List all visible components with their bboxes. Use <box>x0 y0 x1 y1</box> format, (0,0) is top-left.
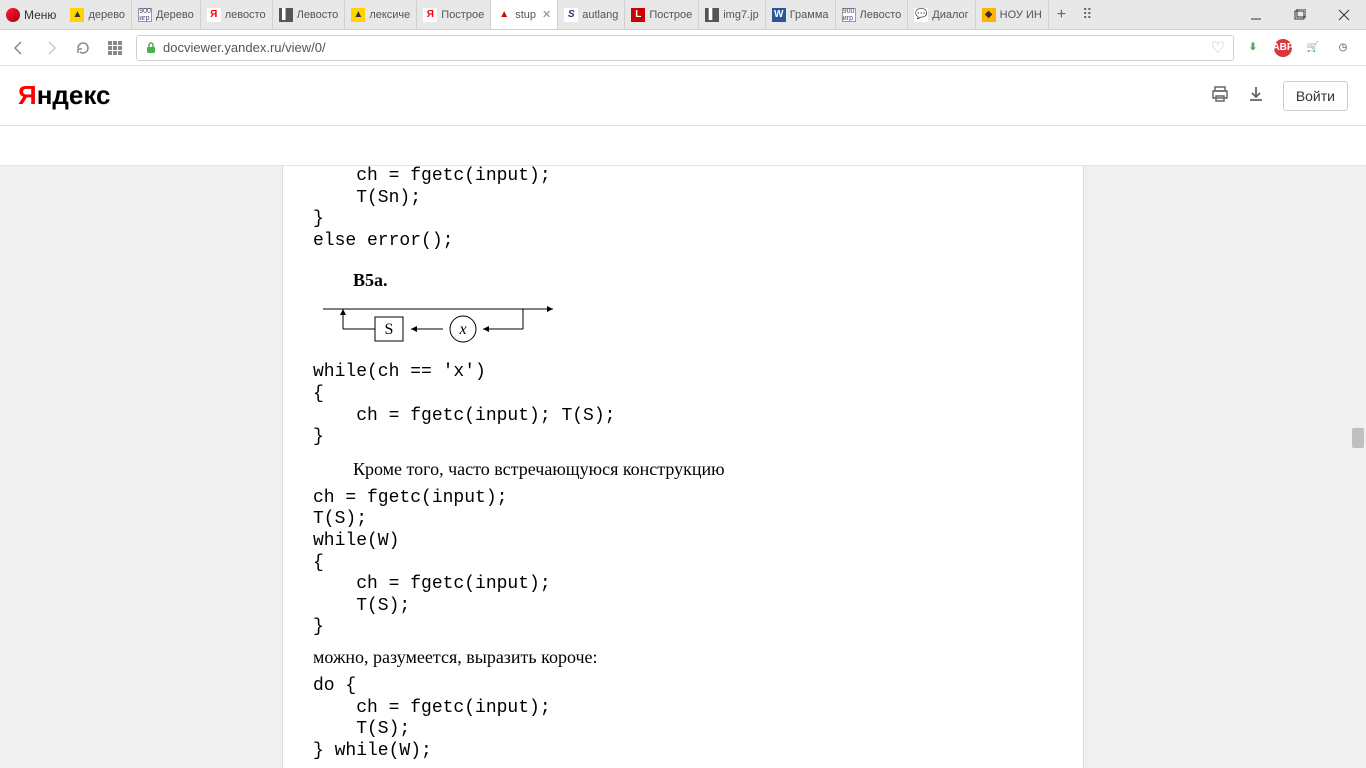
favicon-l-icon: L <box>631 8 645 22</box>
section-title: B5a. <box>353 270 1053 291</box>
print-button[interactable] <box>1211 85 1229 106</box>
favicon-tree-icon: ▲ <box>351 8 365 22</box>
tab-label: Построе <box>441 9 484 21</box>
speed-dial-button[interactable] <box>104 37 126 59</box>
tab-10[interactable]: W Грамма <box>766 0 836 29</box>
tab-list-button[interactable]: ⠿ <box>1074 6 1100 23</box>
tab-label: img7.jp <box>723 9 758 21</box>
tab-label: левосто <box>225 9 266 21</box>
tab-label: Дерево <box>156 9 194 21</box>
document-viewport: ch = fgetc(input); T(Sn); } else error()… <box>0 166 1366 768</box>
favicon-doc-icon: ▌ <box>705 8 719 22</box>
address-bar: docviewer.yandex.ru/view/0/ ♡ ⬇ ABP 🛒 ◷ <box>0 30 1366 66</box>
tab-12[interactable]: 💬 Диалог <box>908 0 975 29</box>
code-block-3: ch = fgetc(input); T(S); while(W) { ch =… <box>313 488 1053 639</box>
tab-2[interactable]: Я левосто <box>201 0 273 29</box>
code-block-2: while(ch == 'x') { ch = fgetc(input); T(… <box>313 362 1053 448</box>
favicon-chat-icon: 💬 <box>914 8 928 22</box>
tab-label: Грамма <box>790 9 829 21</box>
code-block-1: ch = fgetc(input); T(Sn); } else error()… <box>313 166 1053 252</box>
tab-0[interactable]: ▲ дерево <box>64 0 132 29</box>
sub-header <box>0 126 1366 166</box>
logo-letter: Я <box>18 80 37 110</box>
tab-7[interactable]: S autlang <box>558 0 625 29</box>
code-block-4: do { ch = fgetc(input); T(S); } while(W)… <box>313 676 1053 762</box>
tab-label: Левосто <box>297 9 339 21</box>
tab-label: stup <box>515 9 536 21</box>
favicon-word-icon: W <box>772 8 786 22</box>
tab-1[interactable]: 900игр Дерево <box>132 0 201 29</box>
favicon-nou-icon: ◆ <box>982 8 996 22</box>
tab-6[interactable]: ▲ stup ✕ <box>491 0 558 29</box>
url-field[interactable]: docviewer.yandex.ru/view/0/ ♡ <box>136 35 1234 61</box>
yandex-header: Яндекс Войти <box>0 66 1366 126</box>
bookmark-heart-icon[interactable]: ♡ <box>1211 38 1225 58</box>
tab-label: Диалог <box>932 9 968 21</box>
ext-downloader-icon[interactable]: ⬇ <box>1244 39 1262 57</box>
tab-label: autlang <box>582 9 618 21</box>
paragraph-2: можно, разумеется, выразить короче: <box>313 647 1053 668</box>
favicon-900-icon: 900игр <box>842 8 856 22</box>
favicon-doc-icon: ▌ <box>279 8 293 22</box>
logo-rest: ндекс <box>37 80 111 110</box>
tab-label: лексиче <box>369 9 410 21</box>
lock-icon <box>145 42 157 54</box>
tab-3[interactable]: ▌ Левосто <box>273 0 346 29</box>
tab-9[interactable]: ▌ img7.jp <box>699 0 765 29</box>
tab-11[interactable]: 900игр Левосто <box>836 0 909 29</box>
favicon-pdf-icon: ▲ <box>497 8 511 22</box>
vertical-scrollbar[interactable] <box>1350 166 1366 768</box>
window-controls <box>1234 0 1366 29</box>
favicon-s-icon: S <box>564 8 578 22</box>
tab-close-button[interactable]: ✕ <box>542 8 551 21</box>
tab-5[interactable]: Я Построе <box>417 0 491 29</box>
opera-icon <box>6 8 20 22</box>
window-minimize-button[interactable] <box>1234 0 1278 29</box>
diagram-s-label: S <box>385 321 394 338</box>
diagram-x-label: x <box>458 321 466 338</box>
new-tab-button[interactable]: + <box>1049 6 1074 24</box>
ext-adblock-icon[interactable]: ABP <box>1274 39 1292 57</box>
tab-label: дерево <box>88 9 125 21</box>
opera-menu-button[interactable]: Меню <box>2 0 64 29</box>
window-close-button[interactable] <box>1322 0 1366 29</box>
login-button[interactable]: Войти <box>1283 81 1348 111</box>
yandex-actions: Войти <box>1211 81 1348 111</box>
favicon-yandex-icon: Я <box>207 8 221 22</box>
scrollbar-thumb[interactable] <box>1352 428 1364 448</box>
ext-sync-icon[interactable]: ◷ <box>1334 39 1352 57</box>
url-text: docviewer.yandex.ru/view/0/ <box>163 40 326 55</box>
tab-13[interactable]: ◆ НОУ ИН <box>976 0 1049 29</box>
yandex-logo[interactable]: Яндекс <box>18 80 111 111</box>
ext-cart-icon[interactable]: 🛒 <box>1304 39 1322 57</box>
toolbar-extensions: ⬇ ABP 🛒 ◷ <box>1244 39 1358 57</box>
document-content: ch = fgetc(input); T(Sn); } else error()… <box>283 166 1083 762</box>
nav-back-button[interactable] <box>8 37 30 59</box>
document-page[interactable]: ch = fgetc(input); T(Sn); } else error()… <box>282 166 1084 768</box>
favicon-yandex-icon: Я <box>423 8 437 22</box>
browser-tab-bar: Меню ▲ дерево 900игр Дерево Я левосто ▌ … <box>0 0 1366 30</box>
tab-4[interactable]: ▲ лексиче <box>345 0 417 29</box>
download-button[interactable] <box>1247 85 1265 106</box>
window-maximize-button[interactable] <box>1278 0 1322 29</box>
nav-reload-button[interactable] <box>72 37 94 59</box>
syntax-diagram: S x <box>313 299 573 343</box>
favicon-900-icon: 900игр <box>138 8 152 22</box>
paragraph-1: Кроме того, часто встречающуюся конструк… <box>353 459 1053 480</box>
tab-label: Построе <box>649 9 692 21</box>
tab-label: НОУ ИН <box>1000 9 1042 21</box>
menu-label: Меню <box>24 8 56 22</box>
nav-forward-button[interactable] <box>40 37 62 59</box>
tab-label: Левосто <box>860 9 902 21</box>
tab-8[interactable]: L Построе <box>625 0 699 29</box>
favicon-tree-icon: ▲ <box>70 8 84 22</box>
